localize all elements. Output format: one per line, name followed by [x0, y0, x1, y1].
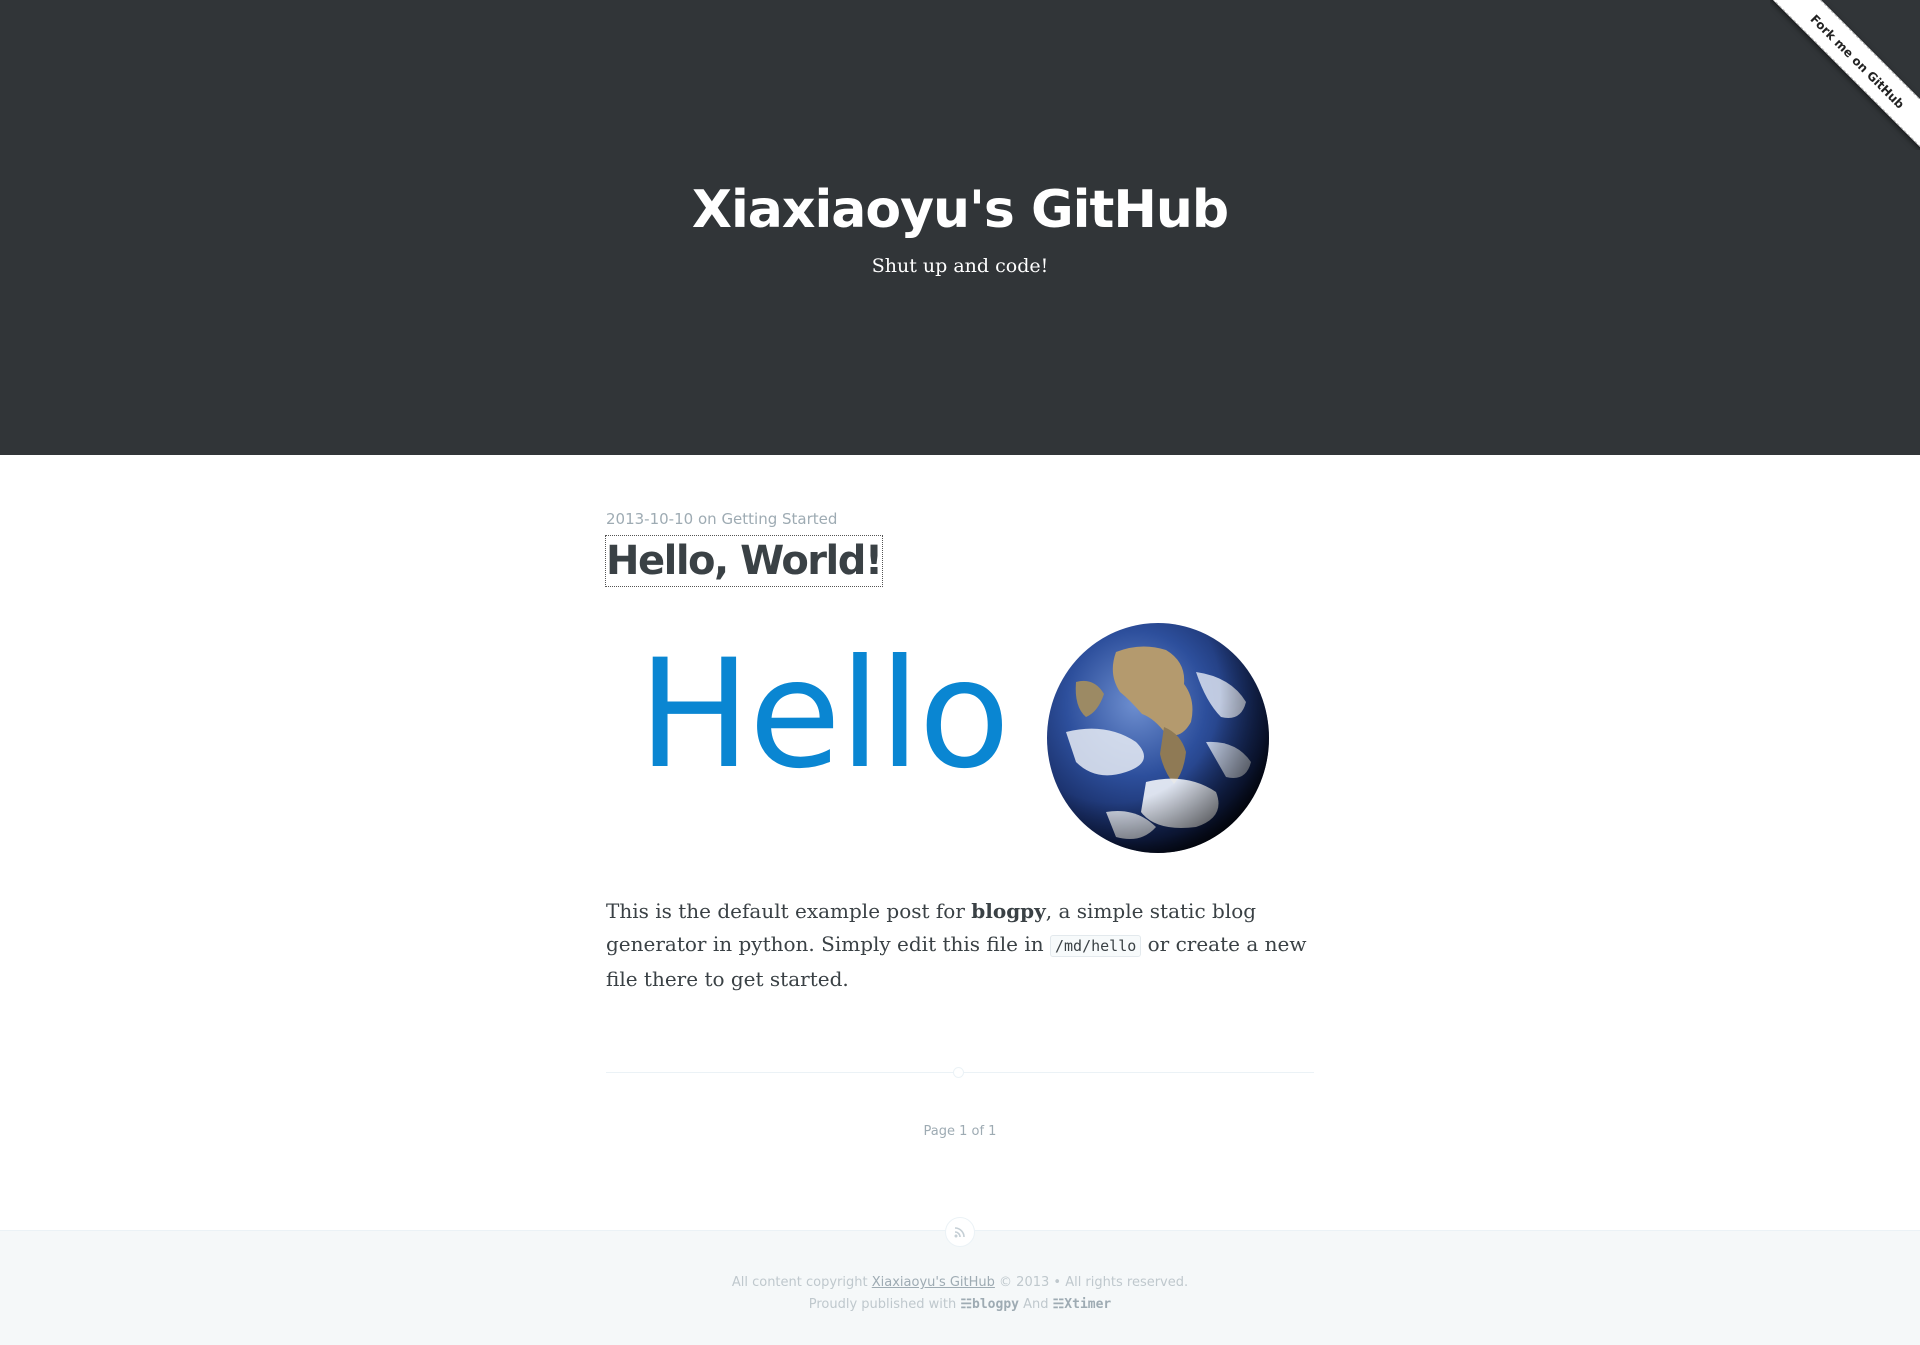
published-prefix: Proudly published with	[808, 1297, 961, 1312]
post-meta: 2013-10-10 on Getting Started	[606, 510, 1314, 528]
post-category-link[interactable]: Getting Started	[721, 510, 837, 528]
copyright-prefix: All content copyright	[731, 1275, 872, 1290]
and-text: And	[1018, 1297, 1053, 1312]
site-header: Xiaxiaoyu's GitHub Shut up and code!	[0, 0, 1920, 455]
post: 2013-10-10 on Getting Started Hello, Wor…	[605, 510, 1314, 996]
copyright-suffix: © 2013 • All rights reserved.	[994, 1275, 1189, 1290]
divider-dot	[953, 1067, 964, 1078]
site-title[interactable]: Xiaxiaoyu's GitHub	[0, 180, 1920, 240]
content-text-1: This is the default example post for	[606, 899, 972, 923]
post-title[interactable]: Hello, World!	[605, 535, 883, 587]
rss-subscribe-button[interactable]	[945, 1217, 975, 1247]
content-code-path: /md/hello	[1049, 935, 1142, 957]
site-description: Shut up and code!	[871, 255, 1049, 277]
post-content: This is the default example post for blo…	[606, 895, 1314, 996]
hello-world-image: Hello	[606, 610, 1314, 855]
fork-me-on-github-ribbon[interactable]: Fork me on GitHub	[1770, 0, 1920, 150]
blogpy-link[interactable]: ☵blogpy	[960, 1297, 1019, 1312]
footer-published: Proudly published with ☵blogpy And ☵Xtim…	[0, 1297, 1920, 1312]
post-on-text: on	[697, 510, 717, 528]
pagination: Page 1 of 1	[0, 1124, 1920, 1139]
footer-copyright: All content copyright Xiaxiaoyu's GitHub…	[0, 1275, 1920, 1290]
page-number: Page 1 of 1	[923, 1124, 997, 1139]
footer-site-link[interactable]: Xiaxiaoyu's GitHub	[872, 1275, 995, 1290]
post-date: 2013-10-10	[606, 510, 694, 528]
page: Xiaxiaoyu's GitHub Shut up and code! For…	[0, 0, 1920, 1345]
xtimer-link[interactable]: ☵Xtimer	[1053, 1297, 1112, 1312]
content-bold-blogpy: blogpy	[971, 899, 1046, 923]
fork-ribbon-container: Fork me on GitHub	[1770, 0, 1920, 150]
hello-image-text: Hello	[638, 628, 1010, 802]
rss-icon	[954, 1227, 965, 1238]
earth-globe-icon	[1047, 623, 1269, 853]
